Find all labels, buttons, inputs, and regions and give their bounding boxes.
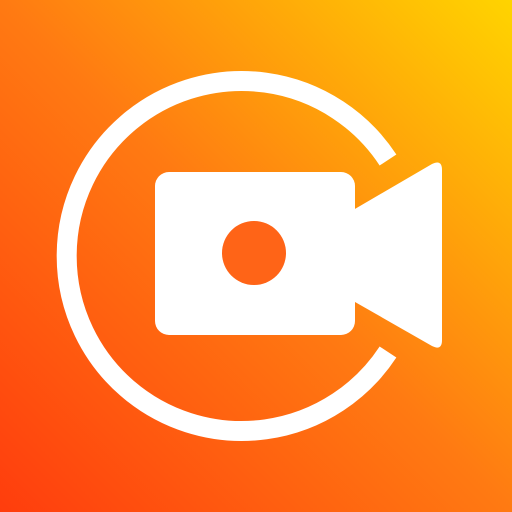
camera-lens-icon: [222, 221, 286, 285]
screen-recorder-icon: [0, 0, 512, 512]
app-icon: [0, 0, 512, 512]
